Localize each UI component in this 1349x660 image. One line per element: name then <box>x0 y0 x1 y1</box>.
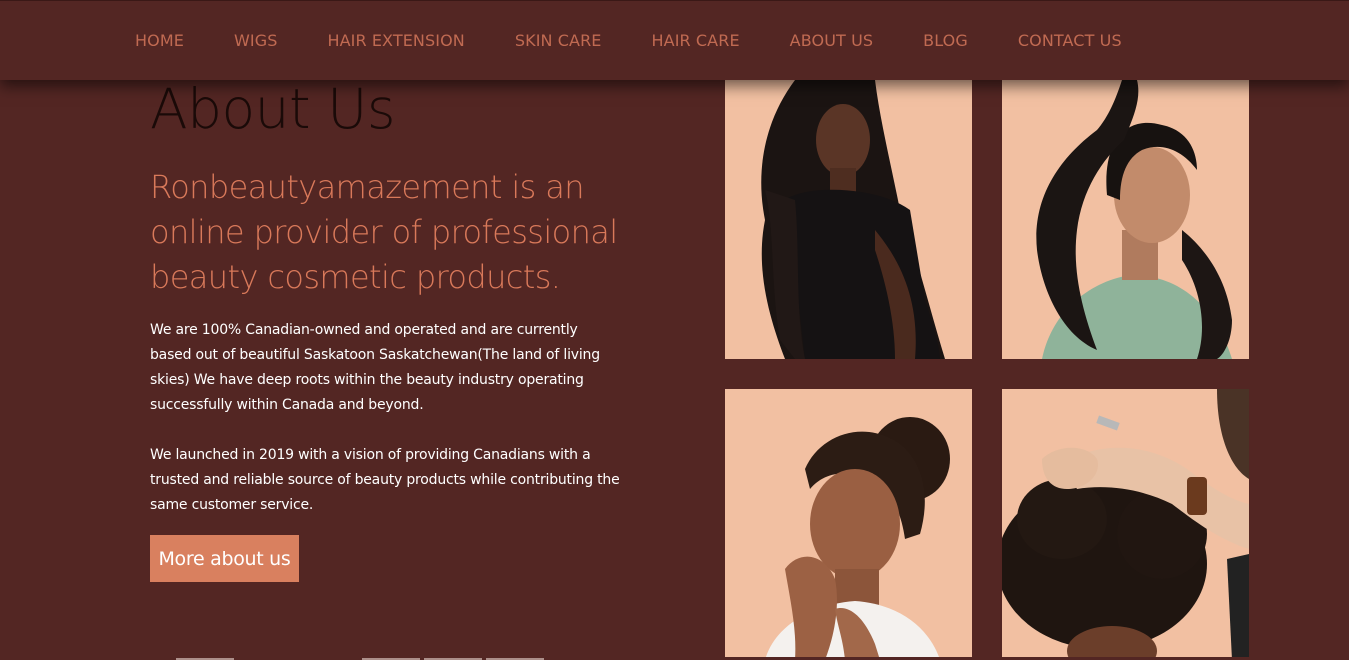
nav-item-hair-care[interactable]: HAIR CARE <box>652 31 740 51</box>
about-tagline: Ronbeautyamazement is an online provider… <box>150 168 618 296</box>
nav-item-skin-care[interactable]: SKIN CARE <box>515 31 602 51</box>
nav-item-blog[interactable]: BLOG <box>923 31 968 51</box>
gallery-photo-wavy-hair-black-tee <box>725 80 972 359</box>
top-navbar: HOME WIGS HAIR EXTENSION SKIN CARE HAIR … <box>0 0 1349 80</box>
about-title: About Us <box>150 77 396 141</box>
nav-item-hair-extension[interactable]: HAIR EXTENSION <box>327 31 464 51</box>
about-paragraph-2: We launched in 2019 with a vision of pro… <box>150 447 620 513</box>
gallery-photo-afro-hairdresser <box>1002 389 1249 660</box>
nav-item-wigs[interactable]: WIGS <box>234 31 278 51</box>
about-paragraph-1: We are 100% Canadian-owned and operated … <box>150 322 600 413</box>
nav-item-about-us[interactable]: ABOUT US <box>790 31 873 51</box>
gallery-photo-ponytail-green-top <box>1002 80 1249 359</box>
nav-menu: HOME WIGS HAIR EXTENSION SKIN CARE HAIR … <box>135 31 1122 51</box>
nav-item-home[interactable]: HOME <box>135 31 184 51</box>
page: HOME WIGS HAIR EXTENSION SKIN CARE HAIR … <box>0 0 1349 660</box>
more-about-us-button[interactable]: More about us <box>150 535 299 582</box>
nav-item-contact-us[interactable]: CONTACT US <box>1018 31 1122 51</box>
gallery-photo-curly-bun-hands <box>725 389 972 660</box>
